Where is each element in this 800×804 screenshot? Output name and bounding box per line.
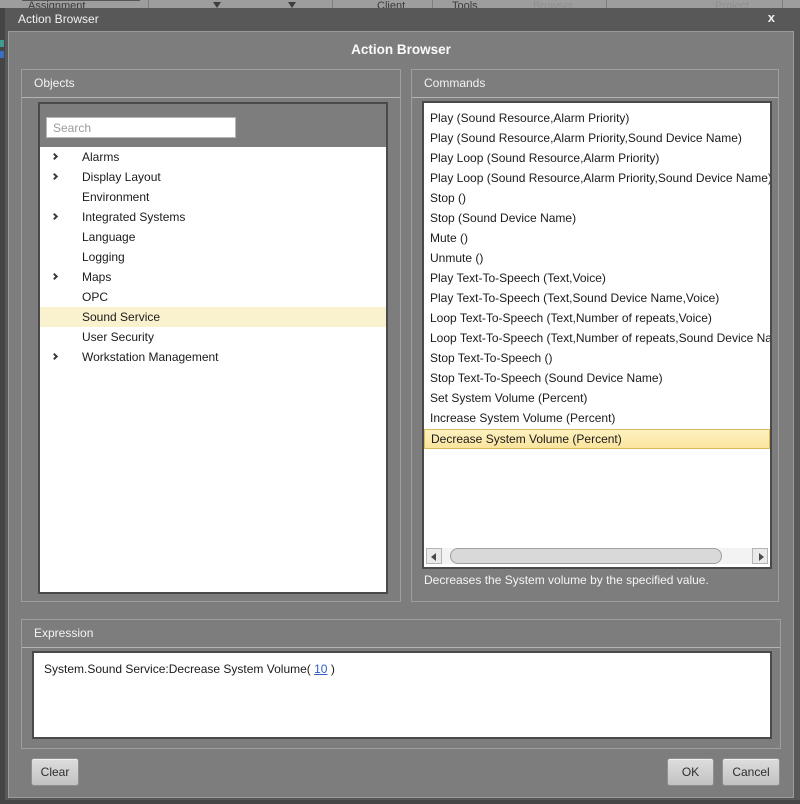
chevron-right-icon[interactable] — [51, 153, 58, 160]
command-description: Decreases the System volume by the speci… — [424, 573, 709, 587]
background-menu-project: Project — [715, 0, 749, 8]
dialog-titlebar[interactable]: Action Browser x — [5, 8, 800, 31]
command-item[interactable]: Play Loop (Sound Resource,Alarm Priority… — [424, 169, 770, 189]
tree-item[interactable]: OPC — [40, 287, 386, 307]
commands-group: Commands Play (Sound Resource,Alarm Prio… — [411, 69, 779, 602]
cancel-button[interactable]: Cancel — [722, 758, 780, 786]
command-item[interactable]: Stop () — [424, 189, 770, 209]
tree-item-label: User Security — [82, 327, 154, 347]
tree-item-label: Alarms — [82, 147, 119, 167]
tree-item-label: Logging — [82, 247, 125, 267]
scroll-left-icon — [431, 553, 436, 561]
close-icon[interactable]: x — [768, 10, 775, 25]
command-item[interactable]: Loop Text-To-Speech (Text,Number of repe… — [424, 309, 770, 329]
command-item[interactable]: Stop (Sound Device Name) — [424, 209, 770, 229]
tree-item-label: Workstation Management — [82, 347, 219, 367]
command-item[interactable]: Set System Volume (Percent) — [424, 389, 770, 409]
command-item[interactable]: Play Text-To-Speech (Text,Voice) — [424, 269, 770, 289]
command-item[interactable]: Mute () — [424, 229, 770, 249]
group-header-divider — [22, 647, 780, 648]
screen: { "background_bar": { "items": ["Assignm… — [0, 0, 800, 804]
objects-tree[interactable]: AlarmsDisplay LayoutEnvironmentIntegrate… — [40, 147, 386, 592]
tree-item-label: Integrated Systems — [82, 207, 185, 227]
scroll-right-button[interactable] — [752, 548, 768, 564]
tree-item[interactable]: Sound Service — [40, 307, 386, 327]
tree-item[interactable]: Display Layout — [40, 167, 386, 187]
group-header-divider — [22, 97, 400, 98]
clear-button[interactable]: Clear — [31, 758, 79, 786]
ok-button[interactable]: OK — [667, 758, 714, 786]
tree-item[interactable]: Environment — [40, 187, 386, 207]
objects-group: Objects AlarmsDisplay LayoutEnvironmentI… — [21, 69, 401, 602]
tree-item-label: Maps — [82, 267, 111, 287]
background-menu-tools: Tools — [452, 0, 478, 8]
group-header-divider — [412, 97, 778, 98]
expression-group-header: Expression — [34, 626, 93, 640]
command-item[interactable]: Play (Sound Resource,Alarm Priority) — [424, 109, 770, 129]
scrollbar-thumb[interactable] — [450, 548, 722, 564]
horizontal-scrollbar[interactable] — [426, 548, 768, 564]
objects-panel: AlarmsDisplay LayoutEnvironmentIntegrate… — [38, 102, 388, 594]
toolbar-separator — [332, 0, 333, 8]
objects-group-header: Objects — [34, 76, 75, 90]
expression-box: System.Sound Service:Decrease System Vol… — [32, 651, 772, 739]
command-item[interactable]: Stop Text-To-Speech (Sound Device Name) — [424, 369, 770, 389]
tree-item[interactable]: Alarms — [40, 147, 386, 167]
action-browser-dialog: Action Browser x Action Browser Objects … — [5, 8, 800, 800]
background-menu-assignment: Assignment — [28, 0, 85, 8]
tree-item[interactable]: Workstation Management — [40, 347, 386, 367]
commands-panel: Play (Sound Resource,Alarm Priority)Play… — [422, 101, 772, 569]
expression-group: Expression System.Sound Service:Decrease… — [21, 619, 781, 749]
tree-item[interactable]: Logging — [40, 247, 386, 267]
command-item[interactable]: Play (Sound Resource,Alarm Priority,Soun… — [424, 129, 770, 149]
background-menu-client: Client — [377, 0, 405, 8]
tree-item[interactable]: User Security — [40, 327, 386, 347]
toolbar-separator — [606, 0, 607, 8]
toolbar-separator — [148, 0, 149, 8]
command-item[interactable]: Play Loop (Sound Resource,Alarm Priority… — [424, 149, 770, 169]
background-icon-fragment — [0, 40, 4, 47]
tree-item-label: Sound Service — [82, 307, 160, 327]
tree-item-label: OPC — [82, 287, 108, 307]
tree-item[interactable]: Maps — [40, 267, 386, 287]
tree-item[interactable]: Integrated Systems — [40, 207, 386, 227]
commands-list[interactable]: Play (Sound Resource,Alarm Priority)Play… — [424, 109, 770, 449]
command-item[interactable]: Increase System Volume (Percent) — [424, 409, 770, 429]
toolbar-separator — [782, 0, 783, 8]
command-item[interactable]: Unmute () — [424, 249, 770, 269]
tree-item-label: Language — [82, 227, 135, 247]
background-menu-browser: Browser — [533, 0, 573, 8]
command-item[interactable]: Decrease System Volume (Percent) — [424, 429, 770, 449]
chevron-right-icon[interactable] — [51, 353, 58, 360]
commands-group-header: Commands — [424, 76, 485, 90]
dialog-title: Action Browser — [18, 12, 99, 26]
background-icon-fragment — [0, 51, 4, 58]
chevron-right-icon[interactable] — [51, 173, 58, 180]
expression-text: ) — [327, 662, 334, 676]
search-input[interactable] — [46, 117, 236, 138]
chevron-right-icon[interactable] — [51, 273, 58, 280]
tree-item-label: Environment — [82, 187, 149, 207]
tree-item-label: Display Layout — [82, 167, 161, 187]
command-item[interactable]: Loop Text-To-Speech (Text,Number of repe… — [424, 329, 770, 349]
background-toolbar: Assignment Client Tools Browser Project — [0, 0, 800, 8]
scroll-left-button[interactable] — [426, 548, 442, 564]
toolbar-separator — [432, 0, 433, 8]
command-item[interactable]: Play Text-To-Speech (Text,Sound Device N… — [424, 289, 770, 309]
tree-item[interactable]: Language — [40, 227, 386, 247]
chevron-right-icon[interactable] — [51, 213, 58, 220]
dialog-body: Action Browser Objects AlarmsDisplay Lay… — [8, 31, 794, 798]
scroll-right-icon — [759, 553, 764, 561]
page-title: Action Browser — [9, 42, 793, 57]
expression-text: System.Sound Service:Decrease System Vol… — [44, 662, 314, 676]
command-item[interactable]: Stop Text-To-Speech () — [424, 349, 770, 369]
expression-argument-link[interactable]: 10 — [314, 662, 327, 676]
